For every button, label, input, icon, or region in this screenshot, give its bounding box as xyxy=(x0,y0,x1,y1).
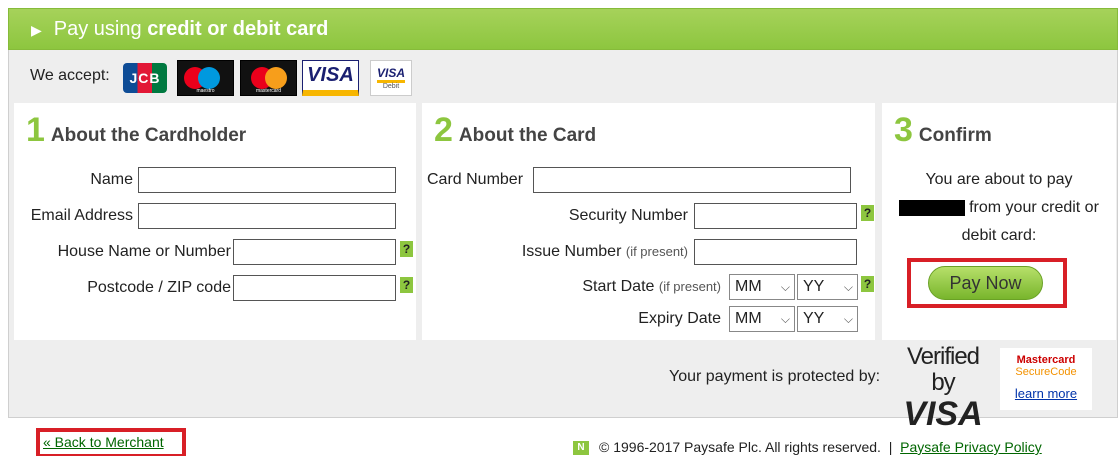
confirm-line3: debit card: xyxy=(961,227,1037,244)
confirm-line2: from your credit or xyxy=(969,199,1099,216)
chevron-down-icon: ⌵ xyxy=(843,280,853,294)
postcode-input[interactable] xyxy=(233,275,396,301)
expiry-month-select[interactable]: MM ⌵ xyxy=(729,306,795,332)
start-date-label: Start Date (if present) xyxy=(582,278,721,296)
visa-logo: VISA xyxy=(302,60,359,96)
mc-line1: Mastercard xyxy=(1016,354,1076,366)
issue-label: Issue Number (if present) xyxy=(522,243,688,261)
maestro-logo: maestro xyxy=(177,60,234,96)
triangle-right-icon: ▶ xyxy=(31,22,42,38)
chevron-down-icon: ⌵ xyxy=(780,280,790,294)
cardholder-section: 1 About the Cardholder Name Email Addres… xyxy=(14,103,416,340)
start-label-text: Start Date xyxy=(582,278,655,295)
we-accept-label: We accept: xyxy=(30,67,110,84)
step-number: 1 xyxy=(26,111,45,149)
card-number-input[interactable] xyxy=(533,167,851,193)
email-input[interactable] xyxy=(138,203,396,229)
help-icon[interactable]: ? xyxy=(400,277,413,293)
start-month-select[interactable]: MM ⌵ xyxy=(729,274,795,300)
mc-learn-more-link[interactable]: learn more xyxy=(1000,386,1092,401)
help-icon[interactable]: ? xyxy=(861,205,874,221)
paysafe-logo-icon: N xyxy=(573,441,589,456)
visa-debit-text: VISA xyxy=(376,66,405,83)
card-number-label: Card Number xyxy=(427,171,524,188)
chevron-down-icon: ⌵ xyxy=(843,312,853,326)
maestro-blue-circle xyxy=(197,67,220,89)
header-prefix: Pay using xyxy=(53,18,142,40)
payment-method-header: ▶ Pay using credit or debit card xyxy=(8,8,1118,50)
confirm-title: 3 Confirm xyxy=(894,113,992,147)
name-label: Name xyxy=(90,171,133,188)
section-title: About the Card xyxy=(458,125,597,146)
select-value: YY xyxy=(803,310,825,327)
verified-by-visa-logo: Verified by VISA xyxy=(897,343,989,433)
card-section: 2 About the Card Card Number Security Nu… xyxy=(422,103,875,340)
maestro-sub: maestro xyxy=(196,88,215,94)
privacy-policy-link[interactable]: Paysafe Privacy Policy xyxy=(900,439,1042,455)
pay-now-button[interactable]: Pay Now xyxy=(928,266,1043,300)
issue-note: (if present) xyxy=(625,244,688,259)
vbv-line1: Verified by xyxy=(906,343,980,396)
step-number: 3 xyxy=(894,111,913,149)
email-label: Email Address xyxy=(30,207,133,224)
house-label: House Name or Number xyxy=(57,243,231,260)
help-icon[interactable]: ? xyxy=(861,276,874,292)
select-value: MM xyxy=(735,278,762,295)
confirm-message: You are about to pay from your credit or… xyxy=(882,166,1116,250)
expiry-year-select[interactable]: YY ⌵ xyxy=(797,306,858,332)
issue-label-text: Issue Number xyxy=(521,243,622,260)
card-title: 2 About the Card xyxy=(434,113,596,147)
back-to-merchant-link[interactable]: « Back to Merchant xyxy=(43,434,164,450)
house-input[interactable] xyxy=(233,239,396,265)
footer: N © 1996-2017 Paysafe Plc. All rights res… xyxy=(573,439,1042,456)
mastercard-yellow-circle xyxy=(264,67,287,89)
section-title: About the Cardholder xyxy=(50,125,247,146)
start-note: (if present) xyxy=(658,279,721,294)
header-bold: credit or debit card xyxy=(147,18,329,40)
chevron-down-icon: ⌵ xyxy=(780,312,790,326)
visa-text: VISA xyxy=(307,64,354,86)
copyright-text: © 1996-2017 Paysafe Plc. All rights rese… xyxy=(599,439,881,455)
jcb-text: JCB xyxy=(129,70,161,86)
redacted-amount xyxy=(899,199,966,216)
select-value: MM xyxy=(735,310,762,327)
help-icon[interactable]: ? xyxy=(400,241,413,257)
mastercard-securecode-logo: Mastercard SecureCode learn more xyxy=(1000,348,1092,410)
mastercard-sub: mastercard xyxy=(255,88,281,94)
step-number: 2 xyxy=(434,111,453,149)
section-title: Confirm xyxy=(918,125,992,146)
footer-separator: | xyxy=(888,439,893,455)
jcb-logo: JCB xyxy=(123,63,167,93)
mc-line2: SecureCode xyxy=(1015,366,1077,378)
security-input[interactable] xyxy=(694,203,857,229)
cardholder-title: 1 About the Cardholder xyxy=(26,113,246,147)
postcode-label: Postcode / ZIP code xyxy=(87,279,231,296)
security-label: Security Number xyxy=(568,207,688,224)
confirm-line1: You are about to pay xyxy=(925,171,1073,188)
expiry-label: Expiry Date xyxy=(638,310,721,327)
visa-debit-sub: Debit xyxy=(382,83,400,90)
start-year-select[interactable]: YY ⌵ xyxy=(797,274,858,300)
vbv-line2: VISA xyxy=(903,395,983,433)
select-value: YY xyxy=(803,278,825,295)
mastercard-logo: mastercard xyxy=(240,60,297,96)
issue-input[interactable] xyxy=(694,239,857,265)
protected-by-label: Your payment is protected by: xyxy=(669,368,881,385)
name-input[interactable] xyxy=(138,167,396,193)
confirm-line2-wrap: from your credit or xyxy=(882,194,1116,222)
visa-debit-logo: VISA Debit xyxy=(370,60,412,96)
